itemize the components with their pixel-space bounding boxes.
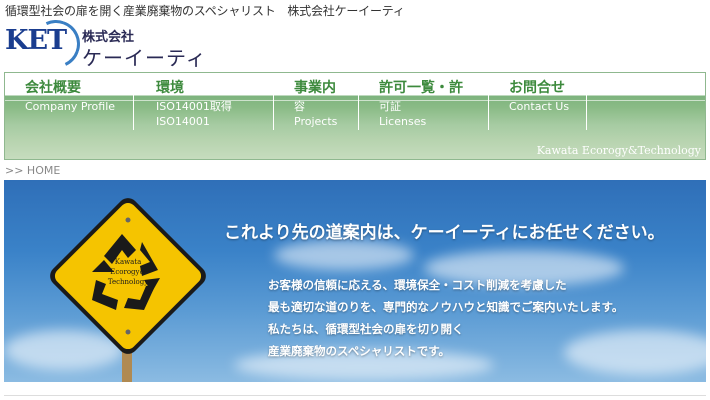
nav-item-sublabel2: ISO14001 (156, 115, 210, 128)
nav-item-sublabel: ISO14001取得 (156, 100, 232, 113)
logo-text: KET (5, 25, 67, 56)
nav-item-sublabel: Company Profile (25, 100, 116, 113)
nav-item-label: 事業内 (294, 80, 336, 96)
nav-item-sublabel: 可証 (379, 100, 401, 113)
company-name: ケーイーティ (82, 46, 207, 70)
nav-item-label: 許可一覧・許 (379, 80, 463, 96)
hero-banner: Kawata Ecorogy& Technology これより先の道案内は、ケー… (4, 180, 706, 382)
nav-item-label: お問合せ (509, 80, 565, 96)
hero-body-line: お客様の信頼に応える、環境保全・コスト削減を考慮した (268, 278, 567, 292)
nav-item-sublabel2: Projects (294, 115, 338, 128)
nav-item-sublabel: Contact Us (509, 100, 570, 113)
nav-footer-text: Kawata Ecorogy&Technology (536, 144, 701, 157)
nav-item-sublabel: 容 (294, 100, 305, 113)
nav-item-label: 環境 (156, 80, 184, 96)
nav-item-projects[interactable]: 事業内 容 Projects (274, 73, 359, 130)
cloud (274, 240, 414, 270)
nav-item-licenses[interactable]: 許可一覧・許 可証 Licenses (359, 73, 489, 130)
sign-text-line: Ecorogy& (110, 268, 145, 276)
site-tagline: 循環型社会の扉を開く産業廃棄物のスペシャリスト 株式会社ケーイーティ (5, 4, 405, 18)
nav-item-sublabel2: Licenses (379, 115, 427, 128)
hero-body-line: 産業廃棄物のスペシャリストです。 (268, 344, 451, 358)
nav-item-company[interactable]: 会社概要 Company Profile (5, 73, 134, 130)
footer-divider (4, 395, 706, 396)
nav-item-environment[interactable]: 環境 ISO14001取得 ISO14001 (134, 73, 274, 130)
main-nav: 会社概要 Company Profile 環境 ISO14001取得 ISO14… (4, 72, 706, 160)
nav-item-contact[interactable]: お問合せ Contact Us (489, 73, 587, 130)
nav-item-label: 会社概要 (25, 80, 81, 96)
sign-text-line: Technology (108, 278, 148, 286)
breadcrumb[interactable]: >> HOME (5, 164, 60, 177)
hero-title: これより先の道案内は、ケーイーティにお任せください。 (224, 223, 665, 243)
recycle-sign-icon: Kawata Ecorogy& Technology (50, 198, 206, 382)
sign-text-line: Kawata (115, 258, 142, 266)
hero-body: お客様の信頼に応える、環境保全・コスト削減を考慮した 最も適切な道のりを、専門的… (268, 274, 623, 362)
hero-body-line: 私たちは、循環型社会の扉を切り開く (268, 322, 464, 336)
hero-body-line: 最も適切な道のりを、専門的なノウハウと知識でご案内いたします。 (268, 300, 624, 314)
